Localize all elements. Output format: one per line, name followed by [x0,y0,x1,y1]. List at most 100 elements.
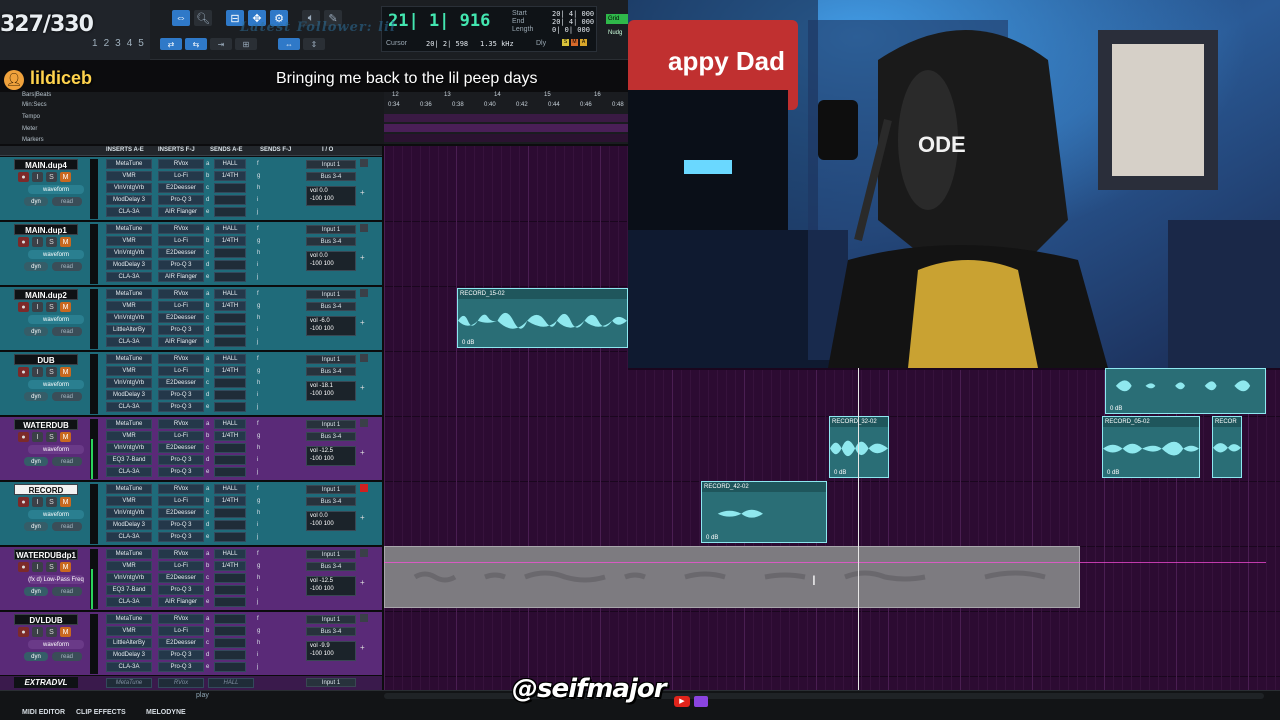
send-slot[interactable]: HALL [214,419,246,429]
insert-slot[interactable]: CLA-3A [106,597,152,607]
track-view-selector[interactable]: (fx d) Low-Pass Freq [28,575,84,584]
output-selector[interactable]: Bus 3-4 [306,172,356,181]
track-row[interactable]: RECORD ● I S M waveform dyn read MetaTune RV… [0,482,382,546]
insert-slot[interactable]: CLA-3A [106,662,152,672]
insert-slot[interactable]: RVox [158,289,204,299]
insert-slot[interactable]: ModDelay 3 [106,195,152,205]
pan-right[interactable]: 100 [324,456,334,462]
pan-right[interactable]: 100 [324,586,334,592]
send-slot[interactable] [214,455,246,465]
insert-slot[interactable]: E2Deesser [158,248,204,258]
record-arm-button[interactable]: ● [18,302,29,312]
send-slot[interactable] [214,573,246,583]
mute-button[interactable]: M [60,237,71,247]
send-slot[interactable] [214,638,246,648]
track-name[interactable]: DUB [14,354,78,365]
insert-slot[interactable]: MetaTune [106,224,152,234]
track-view-selector[interactable]: waveform [28,640,84,649]
send-slot[interactable] [214,467,246,477]
input-selector[interactable]: Input 1 [306,485,356,494]
link-timeline-button[interactable]: ⇔ [278,38,300,50]
insert-slot[interactable]: AIR Flanger [158,597,204,607]
track-row[interactable]: DUB ● I S M waveform dyn read MetaTune RVox a… [0,352,382,416]
record-arm-button[interactable]: ● [18,172,29,182]
insert-slot[interactable]: E2Deesser [158,508,204,518]
audio-clip[interactable]: 0 dB [1105,368,1266,414]
insert-slot[interactable]: RVox [158,354,204,364]
zoom-tool-button[interactable]: ⇔ [172,10,190,26]
send-slot[interactable]: HALL [214,224,246,234]
dyn-button[interactable]: dyn [24,457,48,466]
track-view-selector[interactable]: waveform [28,250,84,259]
insert-slot[interactable]: AIR Flanger [158,272,204,282]
input-selector[interactable]: Input 1 [306,420,356,429]
insert-slot[interactable]: LittleAlterBy [106,325,152,335]
dyn-button[interactable]: dyn [24,262,48,271]
track-select-icon[interactable] [360,614,368,622]
status-indicator-m[interactable]: M [571,39,578,46]
send-slot[interactable]: HALL [214,549,246,559]
send-slot[interactable] [214,207,246,217]
insert-slot[interactable]: RVox [158,678,204,688]
insert-slot[interactable]: VlnVntgVrb [106,378,152,388]
output-selector[interactable]: Bus 3-4 [306,302,356,311]
track-view-selector[interactable]: waveform [28,445,84,454]
pan-left[interactable]: -100 [310,261,322,267]
send-slot[interactable] [214,260,246,270]
pan-left[interactable]: -100 [310,326,322,332]
track-select-icon[interactable] [360,289,368,297]
insert-slot[interactable]: Pro-Q 3 [158,520,204,530]
pan-right[interactable]: 100 [324,391,334,397]
output-selector[interactable]: Bus 3-4 [306,562,356,571]
automation-mode[interactable]: read [52,197,82,206]
insert-slot[interactable]: Pro-Q 3 [158,532,204,542]
send-slot[interactable] [214,248,246,258]
spot-mode-button[interactable]: ⇥ [210,38,232,50]
dyn-button[interactable]: dyn [24,587,48,596]
mute-button[interactable]: M [60,367,71,377]
insert-slot[interactable]: VMR [106,496,152,506]
insert-slot[interactable]: CLA-3A [106,207,152,217]
volume-value[interactable]: 0.0 [319,513,327,519]
send-slot[interactable] [214,662,246,672]
send-slot[interactable]: HALL [214,289,246,299]
volume-box[interactable]: vol -6.0 -100 100 [306,316,356,336]
link-track-button[interactable]: ⇕ [303,38,325,50]
solo-button[interactable]: S [46,302,57,312]
solo-button[interactable]: S [46,172,57,182]
melodyne-tab[interactable]: MELODYNE [146,709,186,716]
add-icon[interactable]: + [360,384,368,392]
volume-value[interactable]: -6.0 [319,318,329,324]
track-view-selector[interactable]: waveform [28,315,84,324]
insert-slot[interactable]: Pro-Q 3 [158,585,204,595]
audio-clip[interactable]: RECORD_15-02 0 dB [457,288,628,348]
add-icon[interactable]: + [360,189,368,197]
audio-clip[interactable]: RECORD_32-02 0 dB [829,416,889,478]
pan-right[interactable]: 100 [324,326,334,332]
insert-slot[interactable]: VlnVntgVrb [106,443,152,453]
automation-mode[interactable]: read [52,327,82,336]
track-select-icon[interactable] [360,159,368,167]
send-slot[interactable]: HALL [214,484,246,494]
track-view-selector[interactable]: waveform [28,185,84,194]
insert-slot[interactable]: Pro-Q 3 [158,390,204,400]
dyn-button[interactable]: dyn [24,522,48,531]
send-slot[interactable]: 1/4TH [214,236,246,246]
send-slot[interactable] [214,650,246,660]
track-select-icon[interactable] [360,224,368,232]
track-row[interactable]: MAIN.dup4 ● I S M waveform dyn read MetaTun… [0,157,382,221]
add-icon[interactable]: + [360,254,368,262]
insert-slot[interactable]: VMR [106,171,152,181]
track-row[interactable]: MAIN.dup2 ● I S M waveform dyn read MetaTun… [0,287,382,351]
mute-button[interactable]: M [60,172,71,182]
input-selector[interactable]: Input 1 [306,290,356,299]
clip-effects-tab[interactable]: CLIP EFFECTS [76,709,126,716]
insert-slot[interactable]: Lo-Fi [158,171,204,181]
insert-slot[interactable]: RVox [158,224,204,234]
pan-left[interactable]: -100 [310,651,322,657]
insert-slot[interactable]: VlnVntgVrb [106,183,152,193]
insert-slot[interactable]: Lo-Fi [158,236,204,246]
insert-slot[interactable]: MetaTune [106,289,152,299]
solo-button[interactable]: S [46,367,57,377]
track-name[interactable]: WATERDUB [14,419,78,430]
